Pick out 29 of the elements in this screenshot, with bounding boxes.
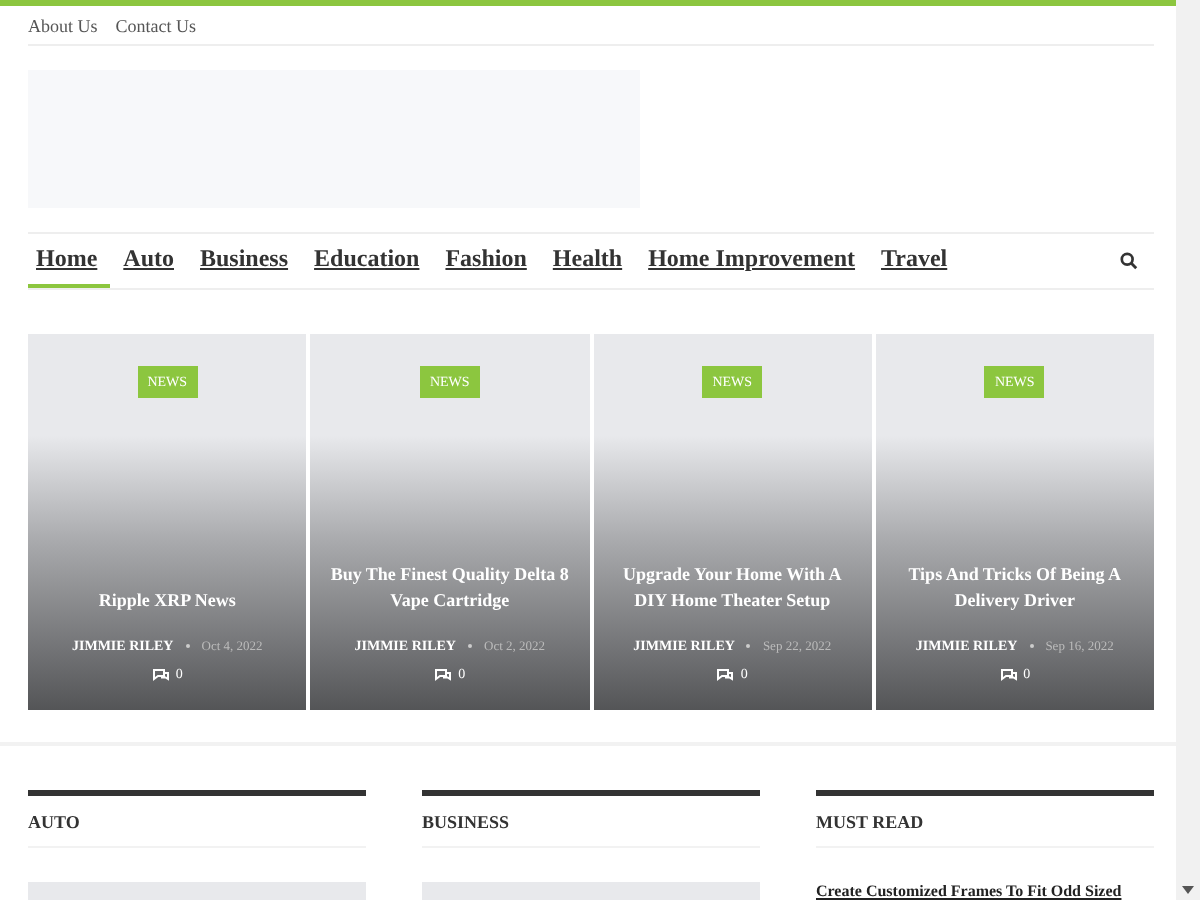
post-link[interactable]: Create Customized Frames To Fit Odd Sized — [816, 882, 1154, 900]
separator-dot — [746, 644, 751, 648]
separator-dot — [1029, 644, 1034, 648]
nav-link[interactable]: Education — [302, 234, 432, 288]
comments-icon — [716, 667, 735, 681]
post-title[interactable]: Tips And Tricks Of Being A Delivery Driver — [891, 562, 1138, 614]
nav-link[interactable]: Home Improvement — [636, 234, 868, 288]
scrollbar[interactable] — [1176, 0, 1200, 900]
separator-dot — [185, 644, 190, 648]
separator-dot — [468, 644, 472, 648]
comments-icon — [999, 667, 1018, 681]
nav-link[interactable]: Auto — [111, 234, 186, 288]
section-title: BUSINESS — [422, 811, 510, 831]
nav-link[interactable]: Fashion — [433, 234, 539, 288]
search-icon — [1120, 252, 1138, 270]
top-link[interactable]: Contact Us — [115, 15, 197, 35]
section-title: AUTO — [28, 811, 80, 831]
post-title[interactable]: Buy The Finest Quality Delta 8 Vape Cartridge — [326, 562, 573, 614]
comments-icon — [151, 667, 170, 681]
nav-link[interactable]: Home — [28, 234, 110, 288]
nav-link[interactable]: Health — [540, 234, 635, 288]
section-title: MUST READ — [816, 811, 924, 831]
scroll-down-icon[interactable] — [1182, 886, 1194, 894]
post-title[interactable]: Ripple XRP News — [98, 588, 236, 614]
comments-icon — [434, 667, 453, 681]
nav-link[interactable]: Business — [188, 234, 301, 288]
top-link[interactable]: About Us — [28, 15, 98, 35]
nav-link[interactable]: Travel — [869, 234, 960, 288]
post-title[interactable]: Upgrade Your Home With A DIY Home Theater Setup — [609, 562, 856, 614]
